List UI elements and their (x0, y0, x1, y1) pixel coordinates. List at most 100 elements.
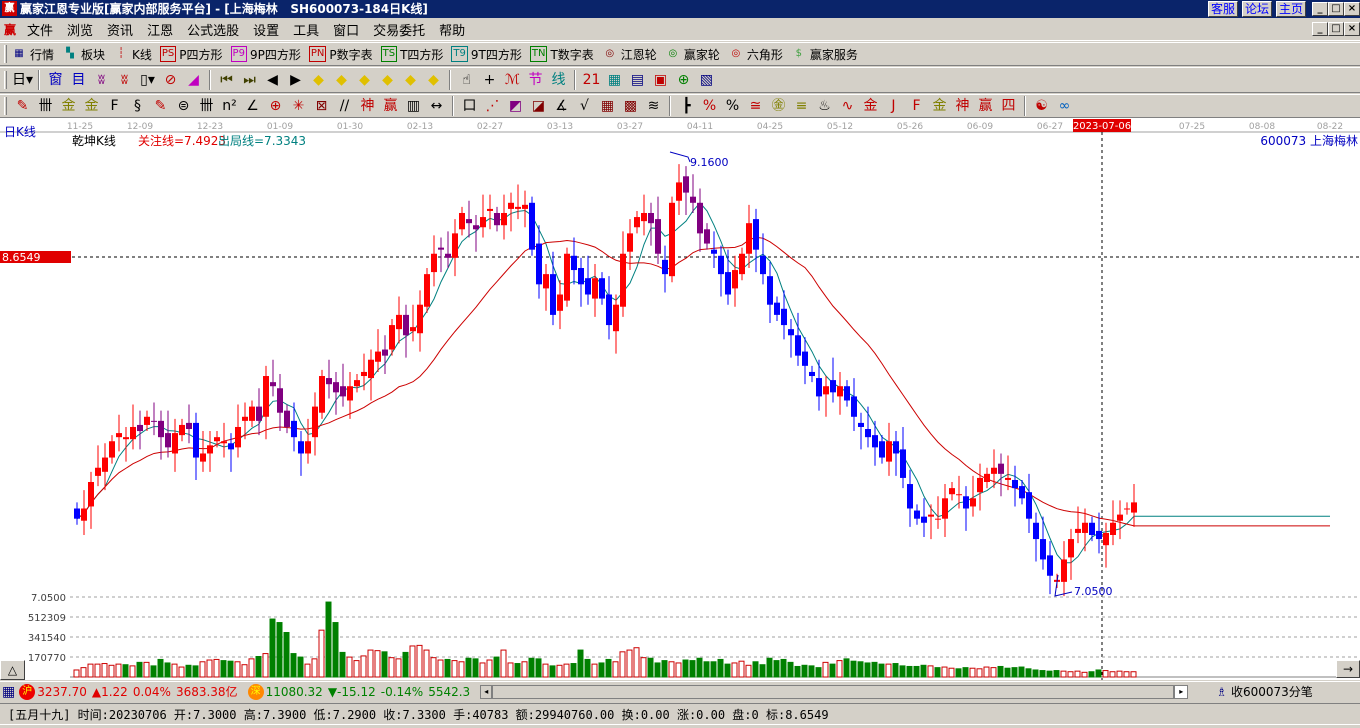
star-icon[interactable]: ✳ (287, 96, 310, 116)
nav-expand-icon[interactable]: ◆ (353, 70, 376, 90)
grid2-icon[interactable]: 卌 (195, 96, 218, 116)
toolbar-tn-button[interactable]: TN T数字表 (529, 46, 594, 63)
toolbar-gann-wheel-button[interactable]: ◎ 江恩轮 (602, 46, 656, 63)
toolbar-ts-button[interactable]: TS T四方形 (380, 46, 443, 63)
quote-table-icon[interactable]: ▦ (0, 684, 17, 700)
angle-icon[interactable]: ∠ (241, 96, 264, 116)
right-icon[interactable]: ▶ (284, 70, 307, 90)
forum-link[interactable]: 论坛 (1242, 1, 1273, 17)
kline-chart[interactable]: 11-25 12-09 12-23 01-09 01-30 02-13 02-27 03-13… (0, 118, 1360, 680)
lines-icon[interactable]: // (333, 96, 356, 116)
nav-right-icon[interactable]: ◆ (330, 70, 353, 90)
line-icon[interactable]: 线 (547, 70, 570, 90)
toolbar-t9-button[interactable]: T9 9T四方形 (451, 46, 522, 63)
fanbox2-icon[interactable]: ◪ (527, 96, 550, 116)
menu-5[interactable]: 设置 (246, 20, 286, 39)
target-icon[interactable]: ⊕ (264, 96, 287, 116)
first-icon[interactable]: ⏮ (215, 70, 238, 90)
menu-7[interactable]: 窗口 (326, 20, 366, 39)
fire-icon[interactable]: ♨ (813, 96, 836, 116)
menu-8[interactable]: 交易委托 (366, 20, 432, 39)
n2-icon[interactable]: n² (218, 96, 241, 116)
toolbar-blocks-button[interactable]: ▚ 板块 (62, 46, 105, 63)
win-icon[interactable]: 赢 (379, 96, 402, 116)
gold-coin-icon[interactable]: ㊎ (767, 96, 790, 116)
candle-dropdown[interactable]: ▯▾ (136, 70, 159, 90)
wave9-icon[interactable]: ʬ (113, 70, 136, 90)
menu-6[interactable]: 工具 (286, 20, 326, 39)
cancel-icon[interactable]: ⊘ (159, 70, 182, 90)
menu-1[interactable]: 浏览 (60, 20, 100, 39)
pattern-icon[interactable]: 窗 (44, 70, 67, 90)
restore-button[interactable]: □ (1328, 2, 1344, 16)
child-restore-button[interactable]: □ (1328, 22, 1344, 36)
spiral-icon[interactable]: § (126, 96, 149, 116)
menu-0[interactable]: 文件 (20, 20, 60, 39)
fib-icon[interactable]: F (103, 96, 126, 116)
homepage-link[interactable]: 主页 (1276, 1, 1307, 17)
ticker-scrollbar[interactable] (492, 684, 1175, 699)
minimize-button[interactable]: _ (1312, 2, 1328, 16)
nav-cross-icon[interactable]: ◆ (422, 70, 445, 90)
left-icon[interactable]: ◀ (261, 70, 284, 90)
tick-data-label[interactable]: 收600073分笔 (1231, 683, 1313, 700)
yinyang-icon[interactable]: ☯ (1030, 96, 1053, 116)
gold2-icon[interactable]: 金 (80, 96, 103, 116)
flag-icon[interactable]: ◢ (182, 70, 205, 90)
toolbar-ps-button[interactable]: PS P四方形 (159, 46, 223, 63)
festival-icon[interactable]: 节 (524, 70, 547, 90)
circle-icon[interactable]: ⊜ (172, 96, 195, 116)
level-icon[interactable]: ┣ (675, 96, 698, 116)
menu-2[interactable]: 资讯 (100, 20, 140, 39)
toolbar-pn-button[interactable]: PN P数字表 (308, 46, 373, 63)
menu-4[interactable]: 公式选股 (180, 20, 246, 39)
calculator-icon[interactable]: ▦ (603, 70, 626, 90)
v-icon[interactable]: √ (573, 96, 596, 116)
infinity-icon[interactable]: ∞ (1053, 96, 1076, 116)
grid3-icon[interactable]: ▦ (596, 96, 619, 116)
fanbox-icon[interactable]: ◩ (504, 96, 527, 116)
toolbar-dollar-button[interactable]: $ 赢家服务 (791, 46, 858, 63)
angle2-icon[interactable]: ∡ (550, 96, 573, 116)
scroll-right-button[interactable]: → (1336, 660, 1360, 678)
toolbar-table-button[interactable]: ▦ 行情 (11, 46, 54, 63)
percent-lines-icon[interactable]: ≅ (744, 96, 767, 116)
toolbar-winner-wheel-button[interactable]: ◎ 赢家轮 (665, 46, 719, 63)
collapse-button[interactable]: △ (0, 660, 25, 680)
fan-icon[interactable]: ⋰ (481, 96, 504, 116)
grid4-icon[interactable]: ▩ (619, 96, 642, 116)
save-icon[interactable]: ▣ (649, 70, 672, 90)
menu-3[interactable]: 江恩 (140, 20, 180, 39)
nav-shrink-icon[interactable]: ◆ (376, 70, 399, 90)
j-fan-icon[interactable]: J (882, 96, 905, 116)
god-fan-icon[interactable]: 神 (951, 96, 974, 116)
toolbar-kline-button[interactable]: ┆ K线 (113, 46, 152, 63)
scroll-left-arrow[interactable]: ◂ (480, 684, 493, 699)
scroll-right-arrow[interactable]: ▸ (1174, 684, 1189, 699)
grid1-icon[interactable]: 卌 (34, 96, 57, 116)
square-icon[interactable]: ⊠ (310, 96, 333, 116)
width-icon[interactable]: ↔ (425, 96, 448, 116)
customer-service-link[interactable]: 客服 (1208, 1, 1239, 17)
four-fan-icon[interactable]: 四 (997, 96, 1020, 116)
nav-star-icon[interactable]: ◆ (399, 70, 422, 90)
nav-left-icon[interactable]: ◆ (307, 70, 330, 90)
percent-icon[interactable]: % (721, 96, 744, 116)
box-icon[interactable]: 口 (458, 96, 481, 116)
draw-icon[interactable]: ℳ (501, 70, 524, 90)
calendar-icon[interactable]: 21 (580, 70, 603, 90)
close-button[interactable]: × (1344, 2, 1360, 16)
trade-icon[interactable]: ▧ (695, 70, 718, 90)
wave3-icon[interactable]: ʬ (90, 70, 113, 90)
bars-icon[interactable]: ▥ (402, 96, 425, 116)
crosshair-icon[interactable]: + (478, 70, 501, 90)
hand-icon[interactable]: ☝ (455, 70, 478, 90)
gold-lines-icon[interactable]: ≡ (790, 96, 813, 116)
toolbar-p9-button[interactable]: P9 9P四方形 (230, 46, 301, 63)
child-close-button[interactable]: × (1344, 22, 1360, 36)
report-icon[interactable]: ▤ (626, 70, 649, 90)
network-icon[interactable]: ⊕ (672, 70, 695, 90)
god-icon[interactable]: 神 (356, 96, 379, 116)
win-fan-icon[interactable]: 赢 (974, 96, 997, 116)
gold3-icon[interactable]: 金 (859, 96, 882, 116)
